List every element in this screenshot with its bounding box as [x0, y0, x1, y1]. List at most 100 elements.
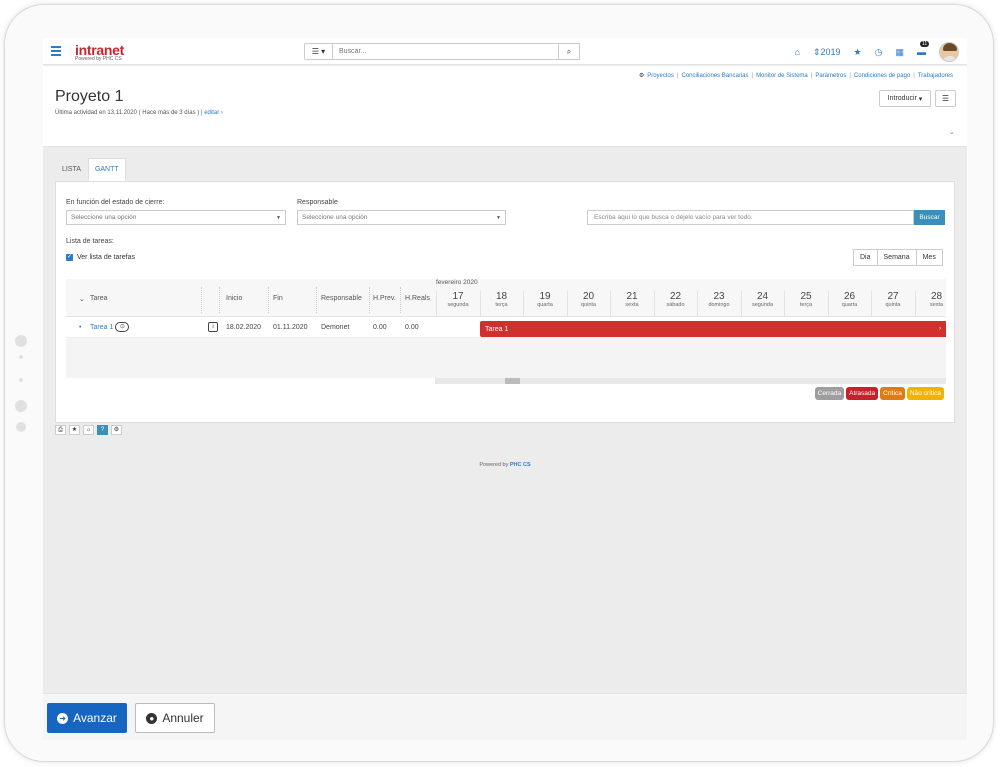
responsable-select[interactable]: Seleccione una opción ▼ [297, 210, 506, 225]
day-number: 19 [539, 291, 551, 302]
breadcrumb-link[interactable]: Trabajadores [918, 73, 953, 79]
avatar[interactable] [939, 42, 959, 62]
info-icon[interactable]: i [208, 322, 218, 332]
cell-hreals: 0.00 [405, 324, 419, 331]
chevron-down-icon[interactable]: ⌄ [949, 128, 955, 136]
view-semana-button[interactable]: Semana [876, 249, 917, 266]
breadcrumb-link[interactable]: Proyectos [647, 73, 674, 79]
gear-icon[interactable]: ⚙ [111, 425, 122, 435]
filter-search-input[interactable]: Escriba aquí lo que busca o déjelo vacío… [587, 210, 914, 225]
search-icon: ⌕ [566, 46, 572, 56]
star-icon[interactable]: ★ [69, 425, 80, 435]
task-bar[interactable]: Tarea 1 › [480, 321, 946, 337]
col-hprev: H.Prev. [373, 295, 396, 302]
weekday-label: sexta [625, 302, 639, 308]
cell-hprev: 0.00 [373, 324, 387, 331]
calendar-icon[interactable]: ▦ [895, 47, 904, 58]
task-link[interactable]: Tarea 1 [90, 324, 113, 331]
notifications-icon[interactable]: ▬ 11 [917, 41, 930, 57]
weekday-label: sábado [666, 302, 685, 308]
day-number: 28 [930, 291, 943, 302]
day-number: 24 [756, 291, 769, 302]
avanzar-button[interactable]: ➜ Avanzar [47, 703, 127, 733]
weekday-label: segunda [751, 302, 774, 308]
action-footer: ➜ Avanzar ● Annuler [43, 693, 967, 740]
scroll-thumb[interactable] [505, 378, 520, 384]
chevron-down-icon[interactable]: ⌄ [79, 295, 85, 303]
weekday-label: terça [799, 302, 813, 308]
col-tarea: Tarea [90, 295, 108, 302]
edit-link[interactable]: editar [204, 110, 219, 116]
nav-icons: ⌂ ⇕2019 ★ ◷ ▦ ▬ 11 [795, 41, 959, 62]
col-fin: Fin [273, 295, 283, 302]
weekday-label: quarta [537, 302, 553, 308]
day-number: 18 [495, 291, 508, 302]
introducir-button[interactable]: Introducir ▾ [879, 90, 931, 107]
home-icon[interactable]: ⌂ [795, 47, 800, 57]
col-hreals: H.Reals [405, 295, 430, 302]
list-view-button[interactable]: ☰ [935, 90, 956, 107]
horizontal-scrollbar[interactable] [435, 378, 946, 384]
app-logo[interactable]: intranet Powered by PHC CS [75, 42, 124, 62]
breadcrumb-link[interactable]: Conciliaciones Bancarias [681, 73, 748, 79]
view-mes-button[interactable]: Mes [915, 249, 943, 266]
col-inicio: Inicio [226, 295, 243, 302]
global-search: ☰ ▾ ⌕ [304, 43, 580, 60]
gantt-header: ⌄ Tarea Inicio Fin Responsable H.Prev. H… [66, 279, 946, 317]
cell-responsable: Demonet [321, 324, 350, 331]
caret-down-icon: ▼ [496, 215, 501, 221]
ver-lista-checkbox[interactable]: ✓ Ver lista de tarefas [66, 254, 135, 261]
breadcrumb-link[interactable]: Monitor de Sistema [756, 73, 808, 79]
day-column: 18 terça [479, 291, 523, 317]
weekday-label: domingo [708, 302, 730, 308]
annuler-button[interactable]: ● Annuler [135, 703, 215, 733]
search-input[interactable] [333, 43, 559, 60]
settings-icon: ⚙ [638, 73, 645, 79]
day-number: 20 [582, 291, 595, 302]
side-dots [14, 335, 28, 432]
year-selector[interactable]: ⇕2019 [813, 47, 841, 58]
day-number: 27 [887, 291, 899, 302]
legend-item: Atrasada [846, 387, 879, 400]
home-icon[interactable]: ⌂ [83, 425, 94, 435]
weekday-label: segunda [447, 302, 469, 308]
day-column: 21 sexta [610, 291, 653, 317]
cell-fin: 01.11.2020 [273, 324, 308, 331]
search-button[interactable]: ⌕ [559, 43, 580, 60]
breadcrumb-link[interactable]: Parámetros [815, 73, 846, 79]
tab-gantt[interactable]: GANTT [87, 158, 126, 181]
view-scale-buttons: Dia Semana Mes [853, 249, 943, 266]
weekday-label: quinta [885, 302, 901, 308]
day-number: 22 [669, 291, 682, 302]
search-mode-dropdown[interactable]: ☰ ▾ [304, 43, 333, 60]
tool-icons: ⎙ ★ ⌂ ? ⚙ [55, 425, 122, 435]
view-tabs: LISTA GANTT [55, 158, 126, 181]
day-column: 17 segunda [436, 291, 479, 317]
cancel-circle-icon: ● [146, 712, 158, 724]
print-icon[interactable]: ⎙ [55, 425, 66, 435]
lista-label: Lista de tareas: [66, 238, 114, 245]
clock-icon[interactable]: ⊙ [115, 322, 130, 332]
day-number: 21 [626, 291, 638, 302]
menu-icon[interactable] [51, 46, 61, 56]
col-responsable: Responsable [321, 295, 362, 302]
legend-item: Não crítica [906, 387, 944, 400]
day-column: 28 sexta [914, 291, 958, 317]
estado-select[interactable]: Seleccione una opción ▼ [66, 210, 286, 225]
buscar-button[interactable]: Buscar [914, 210, 945, 225]
day-column: 27 quinta [871, 291, 914, 317]
breadcrumb-link[interactable]: Condiciones de pago [854, 73, 910, 79]
tab-lista[interactable]: LISTA [55, 158, 88, 181]
clock-icon[interactable]: ◷ [875, 47, 883, 58]
check-icon: ✓ [66, 254, 73, 261]
help-icon[interactable]: ? [97, 425, 108, 435]
page-header: ⚙ Proyectos | Conciliaciones Bancarias | M… [43, 66, 967, 147]
page-title: Proyeto 1 [55, 88, 124, 105]
weekday-label: sexta [929, 302, 944, 308]
legend-item: Cerrada [814, 387, 845, 400]
gantt-empty-area [66, 338, 946, 378]
view-dia-button[interactable]: Dia [853, 249, 878, 266]
star-icon[interactable]: ★ [854, 47, 862, 58]
breadcrumb: ⚙ Proyectos | Conciliaciones Bancarias | M… [638, 72, 953, 80]
legend-item: Crítica [880, 387, 905, 400]
